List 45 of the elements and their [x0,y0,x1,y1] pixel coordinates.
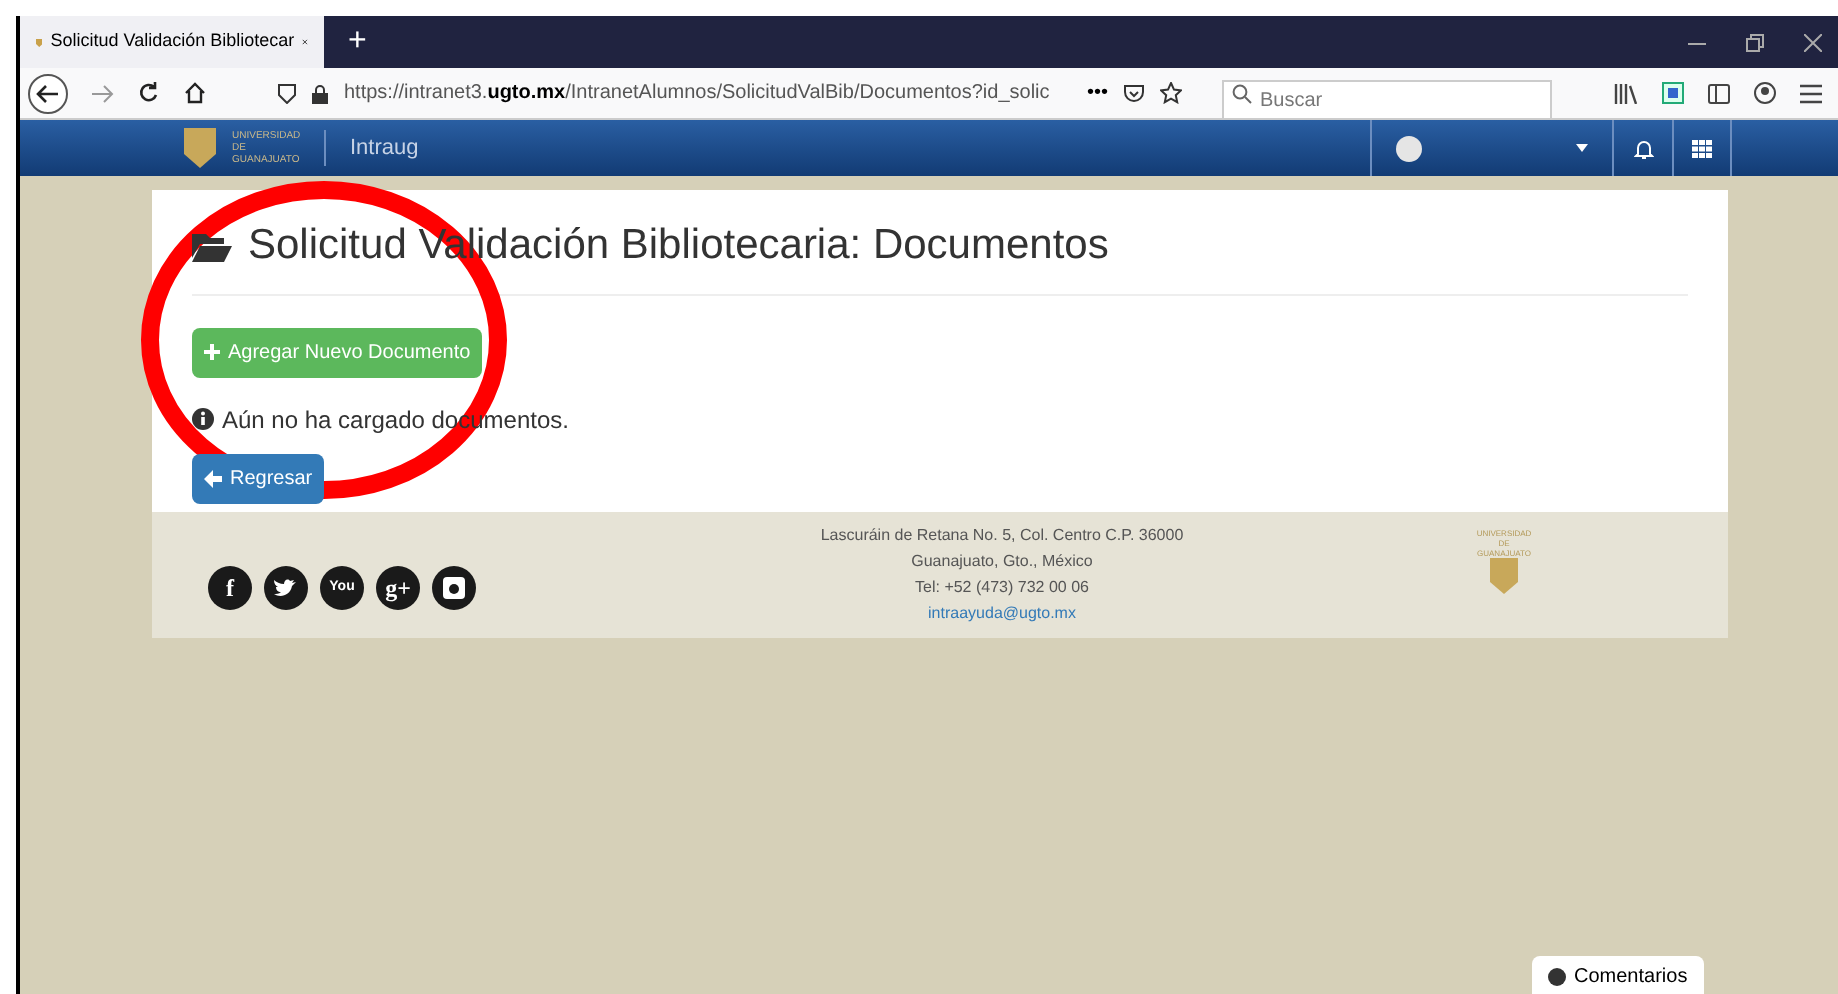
url-text: https://intranet3.ugto.mx/IntranetAlumnos/SolicitudValBib/Documentos?id_solic [344,80,1050,108]
folder-icon [192,229,232,262]
new-tab-button[interactable]: + [324,16,391,68]
sidebar-icon[interactable] [1708,83,1730,103]
university-crest-icon [1490,557,1518,593]
bird-icon[interactable] [264,566,308,610]
google-plus-icon[interactable]: g+ [376,566,420,610]
address-line: Guanajuato, Gto., México [911,549,1093,573]
pocket-icon[interactable] [1124,83,1144,103]
restore-icon[interactable] [1746,33,1764,51]
address-line: Lascuráin de Retana No. 5, Col. Centro C.P. 36000 [820,523,1184,547]
avatar-icon [1396,135,1422,161]
plus-icon [204,344,220,360]
tab-title: Solicitud Validación Bibliotecar [50,28,295,55]
search-icon [1232,83,1252,103]
browser-tab[interactable]: Solicitud Validación Bibliotecar [20,16,324,68]
facebook-icon[interactable]: f [208,566,252,610]
app-name: Intraug [348,133,419,164]
star-icon[interactable] [1160,82,1182,104]
camera-icon[interactable] [432,566,476,610]
more-button[interactable]: ••• [1086,78,1108,108]
university-logo-icon [184,128,216,168]
forward-icon[interactable] [92,83,114,103]
back-button[interactable] [28,73,68,113]
left-arrow-icon [204,469,222,487]
menu-icon[interactable] [1800,83,1822,103]
home-icon[interactable] [184,82,206,104]
library-icon[interactable] [1614,83,1638,103]
back-link-button[interactable]: Regresar [192,453,325,503]
address-bar[interactable]: https://intranet3.ugto.mx/IntranetAlumnos/SolicitudValBib/Documentos?id_solic ••• [278,73,1182,113]
search-field[interactable]: Buscar [1222,80,1552,120]
extension-icon[interactable] [1662,82,1684,104]
close-window-icon[interactable] [1804,33,1822,51]
account-icon[interactable] [1754,82,1776,104]
address-line: Tel: +52 (473) 732 00 06 [915,575,1089,599]
caret-icon [1576,144,1588,152]
email-link[interactable]: intraayuda@ugto.mx [928,599,1076,625]
grid-icon [1692,139,1712,157]
bell-icon [1633,137,1653,159]
info-icon [192,408,214,430]
shield-icon [278,83,296,103]
apps-button[interactable] [1672,120,1732,176]
reload-icon[interactable] [138,82,160,104]
feedback-button[interactable]: Comentarios [1532,956,1704,994]
lock-icon [312,83,328,103]
